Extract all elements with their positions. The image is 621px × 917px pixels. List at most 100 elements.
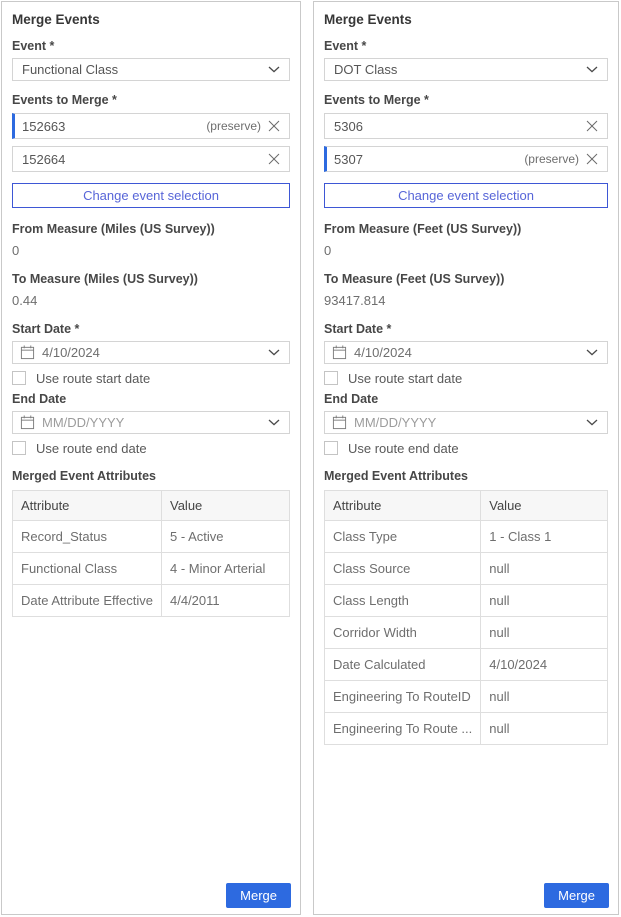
calendar-icon: [332, 415, 347, 430]
event-select-value: Functional Class: [22, 62, 262, 77]
event-select-value: DOT Class: [334, 62, 580, 77]
value-cell: null: [481, 617, 608, 649]
chevron-down-icon: [586, 419, 598, 426]
chevron-down-icon: [268, 349, 280, 356]
value-cell: null: [481, 713, 608, 745]
panel-title: Merge Events: [324, 12, 608, 27]
attribute-cell: Functional Class: [13, 553, 162, 585]
table-header-row: Attribute Value: [13, 491, 290, 521]
attribute-cell: Engineering To Route ...: [325, 713, 481, 745]
chevron-down-icon: [586, 349, 598, 356]
close-icon[interactable]: [268, 153, 280, 165]
use-route-start-date-label: Use route start date: [348, 371, 462, 386]
attribute-cell: Class Source: [325, 553, 481, 585]
value-cell: null: [481, 585, 608, 617]
change-event-selection-button[interactable]: Change event selection: [324, 183, 608, 208]
event-id: 152664: [22, 152, 261, 167]
merged-attributes-table: Attribute Value Record_Status 5 - Active…: [12, 490, 290, 617]
close-icon[interactable]: [268, 120, 280, 132]
table-row: Engineering To Route ... null: [325, 713, 608, 745]
to-measure-value: 93417.814: [324, 293, 608, 308]
attribute-header: Attribute: [325, 491, 481, 521]
events-to-merge-label: Events to Merge *: [324, 93, 608, 107]
table-row: Class Length null: [325, 585, 608, 617]
end-date-label: End Date: [324, 392, 608, 406]
event-select[interactable]: DOT Class: [324, 58, 608, 81]
merge-events-panel-right: Merge Events Event * DOT Class Events to…: [313, 1, 619, 915]
value-header: Value: [481, 491, 608, 521]
table-row: Date Calculated 4/10/2024: [325, 649, 608, 681]
use-route-end-date-checkbox[interactable]: [12, 441, 26, 455]
value-header: Value: [162, 491, 290, 521]
close-icon[interactable]: [586, 153, 598, 165]
end-date-input[interactable]: MM/DD/YYYY: [324, 411, 608, 434]
from-measure-value: 0: [324, 243, 608, 258]
attribute-cell: Date Calculated: [325, 649, 481, 681]
table-row: Class Type 1 - Class 1: [325, 521, 608, 553]
merge-events-panel-left: Merge Events Event * Functional Class Ev…: [1, 1, 301, 915]
event-id: 5306: [334, 119, 579, 134]
event-to-merge-input[interactable]: 152663 (preserve): [12, 113, 290, 139]
panel-content: Merge Events Event * Functional Class Ev…: [2, 2, 300, 914]
value-cell: null: [481, 553, 608, 585]
calendar-icon: [332, 345, 347, 360]
table-row: Engineering To RouteID null: [325, 681, 608, 713]
use-route-start-date-checkbox[interactable]: [12, 371, 26, 385]
start-date-label: Start Date *: [324, 322, 608, 336]
use-route-start-date-label: Use route start date: [36, 371, 150, 386]
panel-title: Merge Events: [12, 12, 290, 27]
merge-button[interactable]: Merge: [544, 883, 609, 908]
table-row: Functional Class 4 - Minor Arterial: [13, 553, 290, 585]
merge-button[interactable]: Merge: [226, 883, 291, 908]
merged-event-attributes-label: Merged Event Attributes: [12, 469, 290, 483]
to-measure-value: 0.44: [12, 293, 290, 308]
event-to-merge-input[interactable]: 5307 (preserve): [324, 146, 608, 172]
change-event-selection-button[interactable]: Change event selection: [12, 183, 290, 208]
panel-content: Merge Events Event * DOT Class Events to…: [314, 2, 618, 914]
use-route-start-date-row: Use route start date: [12, 370, 290, 386]
chevron-down-icon: [586, 66, 598, 73]
use-route-end-date-label: Use route end date: [348, 441, 459, 456]
attribute-cell: Class Type: [325, 521, 481, 553]
from-measure-label: From Measure (Feet (US Survey)): [324, 222, 608, 236]
calendar-icon: [20, 345, 35, 360]
use-route-end-date-checkbox[interactable]: [324, 441, 338, 455]
end-date-input[interactable]: MM/DD/YYYY: [12, 411, 290, 434]
attribute-cell: Record_Status: [13, 521, 162, 553]
attribute-cell: Corridor Width: [325, 617, 481, 649]
event-label: Event *: [324, 39, 608, 53]
start-date-input[interactable]: 4/10/2024: [324, 341, 608, 364]
preserve-tag: (preserve): [206, 119, 261, 133]
use-route-end-date-row: Use route end date: [324, 440, 608, 456]
event-id: 5307: [334, 152, 524, 167]
event-label: Event *: [12, 39, 290, 53]
end-date-label: End Date: [12, 392, 290, 406]
attribute-cell: Class Length: [325, 585, 481, 617]
use-route-end-date-label: Use route end date: [36, 441, 147, 456]
value-cell: 1 - Class 1: [481, 521, 608, 553]
chevron-down-icon: [268, 66, 280, 73]
attribute-cell: Engineering To RouteID: [325, 681, 481, 713]
start-date-label: Start Date *: [12, 322, 290, 336]
start-date-input[interactable]: 4/10/2024: [12, 341, 290, 364]
close-icon[interactable]: [586, 120, 598, 132]
use-route-start-date-checkbox[interactable]: [324, 371, 338, 385]
event-to-merge-input[interactable]: 5306: [324, 113, 608, 139]
to-measure-label: To Measure (Miles (US Survey)): [12, 272, 290, 286]
use-route-start-date-row: Use route start date: [324, 370, 608, 386]
use-route-end-date-row: Use route end date: [12, 440, 290, 456]
start-date-value: 4/10/2024: [354, 345, 580, 360]
from-measure-label: From Measure (Miles (US Survey)): [12, 222, 290, 236]
table-row: Class Source null: [325, 553, 608, 585]
attribute-header: Attribute: [13, 491, 162, 521]
value-cell: 4/4/2011: [162, 585, 290, 617]
value-cell: 4 - Minor Arterial: [162, 553, 290, 585]
merged-event-attributes-label: Merged Event Attributes: [324, 469, 608, 483]
event-select[interactable]: Functional Class: [12, 58, 290, 81]
preserve-tag: (preserve): [524, 152, 579, 166]
event-to-merge-input[interactable]: 152664: [12, 146, 290, 172]
table-row: Date Attribute Effective 4/4/2011: [13, 585, 290, 617]
value-cell: 4/10/2024: [481, 649, 608, 681]
table-row: Corridor Width null: [325, 617, 608, 649]
chevron-down-icon: [268, 419, 280, 426]
